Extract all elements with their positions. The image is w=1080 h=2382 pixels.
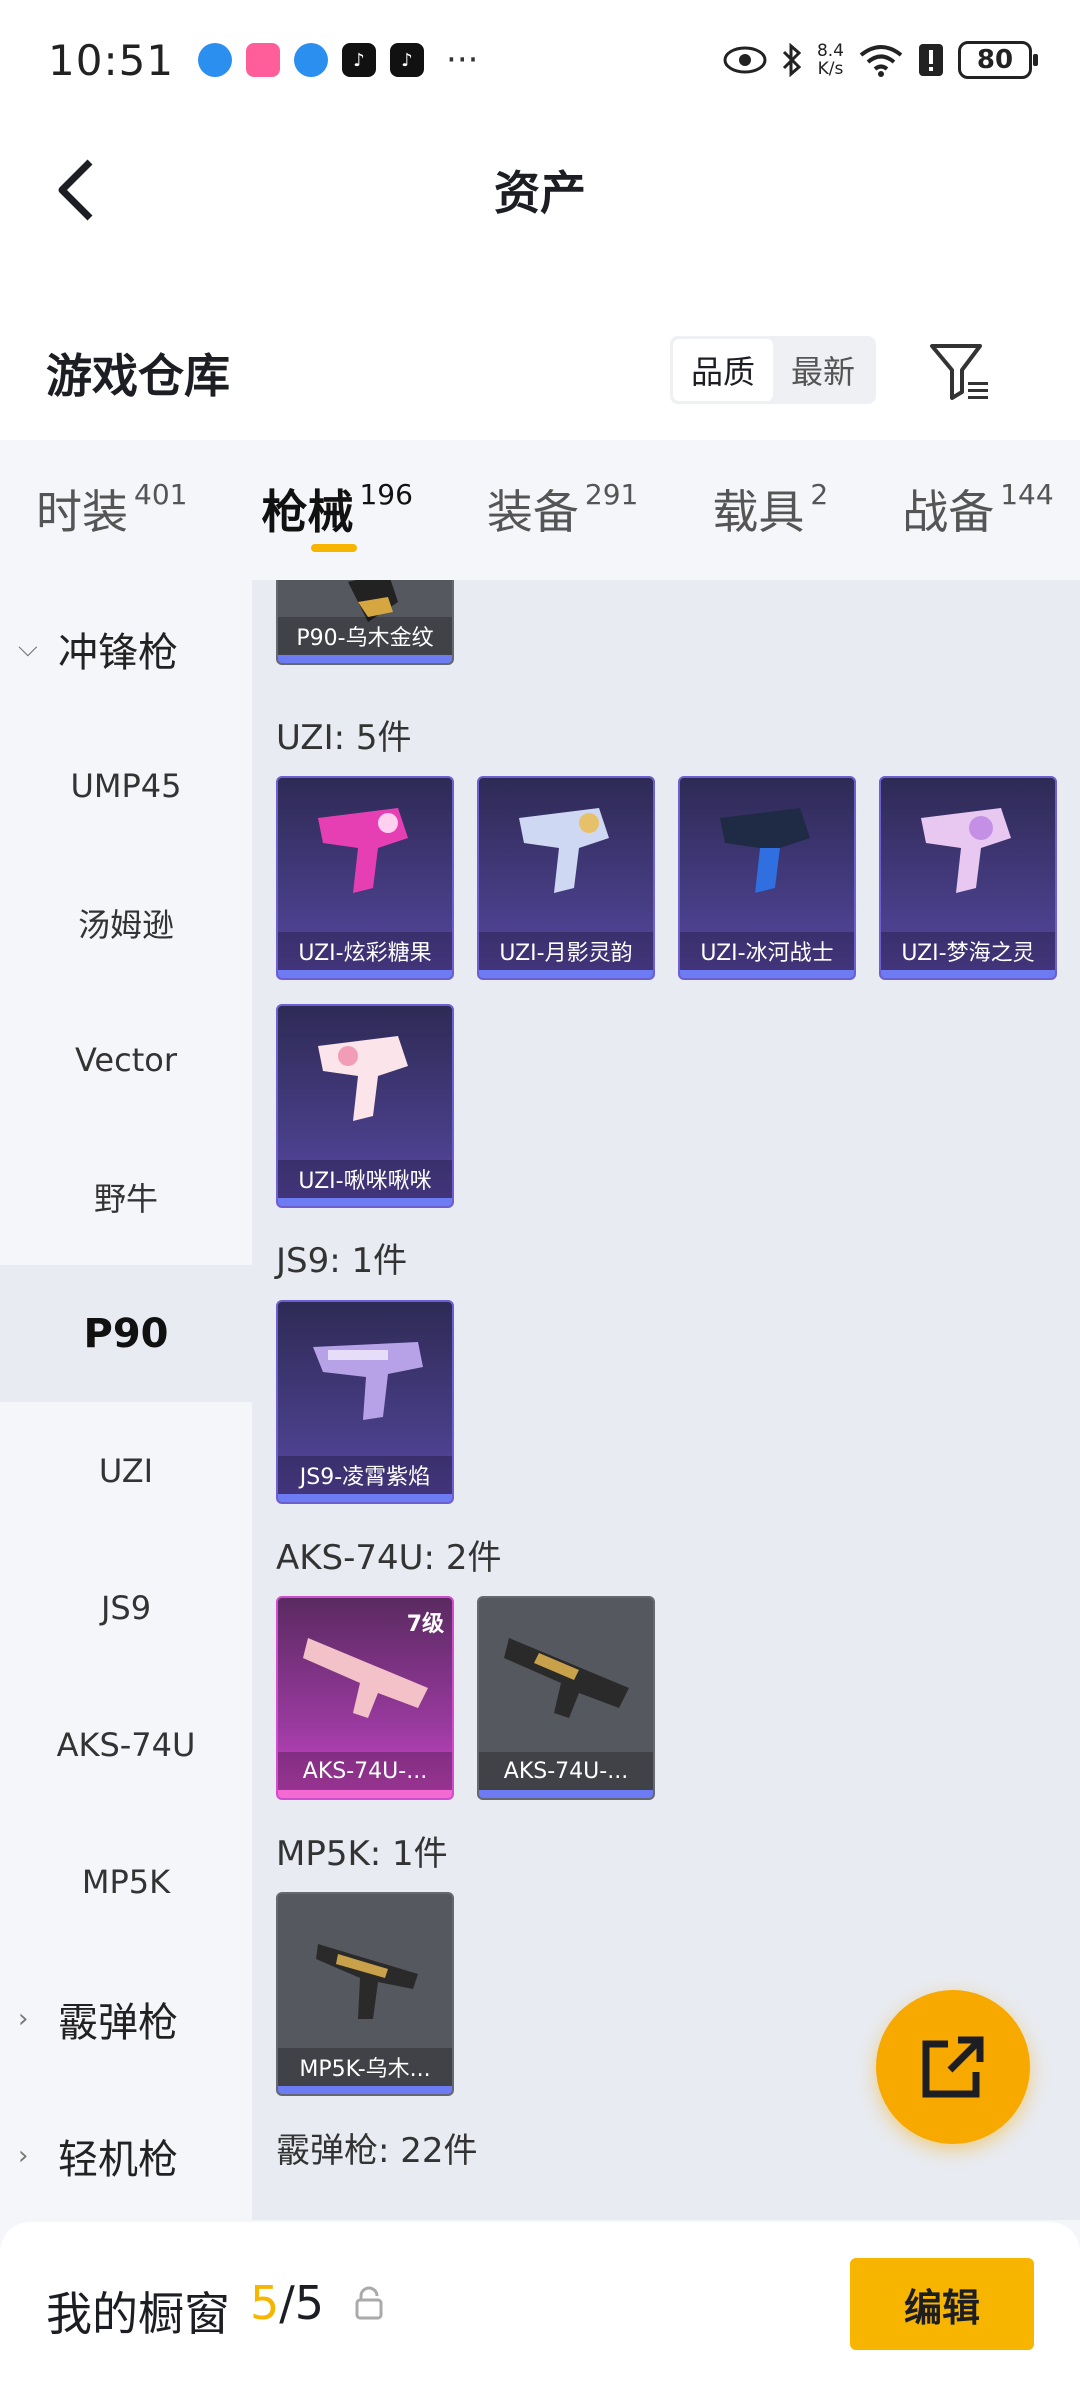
warehouse-header: 游戏仓库 品质 最新 <box>0 260 1080 440</box>
sort-quality-button[interactable]: 品质 <box>673 339 773 401</box>
bilibili-app-icon <box>246 43 281 77</box>
js9-gun-icon <box>313 1342 423 1420</box>
weapon-card[interactable]: UZI-梦海之灵 <box>879 776 1057 980</box>
group-label-shotgun: 霰弹枪: 22件 <box>276 2131 478 2171</box>
browser-app-icon-2 <box>294 43 329 77</box>
group-label-js9: JS9: 1件 <box>276 1241 408 1281</box>
sidebar-item-aks74u[interactable]: AKS-74U <box>0 1676 252 1813</box>
bluetooth-icon <box>782 43 802 77</box>
share-button[interactable] <box>876 1990 1030 2144</box>
lock-icon <box>355 2286 383 2320</box>
browser-app-icon <box>198 43 233 77</box>
uzi-gun-icon <box>519 808 609 893</box>
section-title: 游戏仓库 <box>46 349 230 403</box>
tab-vehicles[interactable]: 载具 2 <box>712 440 828 580</box>
status-bar: 10:51 ♪ ♪ ··· 8.4 K/s 80 <box>0 0 1080 120</box>
tab-firearms[interactable]: 枪械 196 <box>261 440 413 580</box>
aks74u-gun-icon <box>504 1638 629 1718</box>
weapon-card[interactable]: P90-乌木金纹 <box>276 580 454 665</box>
weapon-card[interactable]: 7级 AKS-74U-... <box>276 1596 454 1800</box>
sidebar-item-bizon[interactable]: 野牛 <box>0 1128 252 1265</box>
tab-supplies[interactable]: 战备 144 <box>902 440 1053 580</box>
weapon-sidebar: ⌵ 冲锋枪 UMP45 汤姆逊 Vector 野牛 P90 UZI JS9 AK… <box>0 580 252 2220</box>
sidebar-item-uzi[interactable]: UZI <box>0 1402 252 1539</box>
battery-icon: 80 <box>958 41 1038 79</box>
level-badge: 7级 <box>406 1612 444 1637</box>
group-label-mp5k: MP5K: 1件 <box>276 1834 448 1874</box>
tiktok-app-icon-2: ♪ <box>390 43 425 77</box>
active-tab-indicator <box>311 544 358 552</box>
mp5k-gun-icon <box>316 1944 418 2019</box>
tiktok-app-icon: ♪ <box>342 43 377 77</box>
uzi-gun-icon <box>921 808 1011 893</box>
showcase-count: 5/5 <box>250 2276 325 2330</box>
chevron-down-icon: ⌵ <box>18 633 38 663</box>
sidebar-group-smg[interactable]: ⌵ 冲锋枪 <box>0 580 252 717</box>
more-notifications-icon: ··· <box>446 40 479 80</box>
chevron-right-icon: › <box>18 2003 29 2034</box>
notification-icons: ♪ ♪ ··· <box>198 40 478 80</box>
sidebar-item-mp5k[interactable]: MP5K <box>0 1813 252 1950</box>
edit-button[interactable]: 编辑 <box>850 2258 1034 2350</box>
alert-icon <box>919 44 943 76</box>
sidebar-item-js9[interactable]: JS9 <box>0 1539 252 1676</box>
weapon-grid: P90-乌木金纹 UZI: 5件 UZI-炫彩糖果 UZI-月影灵韵 UZI-冰… <box>252 580 1080 2220</box>
weapon-card[interactable]: UZI-月影灵韵 <box>477 776 655 980</box>
showcase-title: 我的橱窗 <box>46 2287 230 2341</box>
page-title: 资产 <box>494 166 586 220</box>
weapon-card[interactable]: UZI-啾咪啾咪 <box>276 1004 454 1208</box>
sidebar-item-p90[interactable]: P90 <box>0 1265 252 1402</box>
group-label-uzi: UZI: 5件 <box>276 718 412 758</box>
sidebar-group-lmg[interactable]: › 轻机枪 <box>0 2087 252 2224</box>
status-time: 10:51 <box>48 35 175 85</box>
weapon-card[interactable]: AKS-74U-... <box>477 1596 655 1800</box>
uzi-gun-icon <box>318 1036 408 1121</box>
weapon-card[interactable]: MP5K-乌木... <box>276 1892 454 2096</box>
weapon-card[interactable]: UZI-炫彩糖果 <box>276 776 454 980</box>
network-speed: 8.4 K/s <box>816 41 844 79</box>
showcase-bar: 我的橱窗 5/5 编辑 <box>0 2222 1080 2382</box>
sidebar-group-shotgun[interactable]: › 霰弹枪 <box>0 1950 252 2087</box>
tab-equipment[interactable]: 装备 291 <box>487 440 638 580</box>
external-link-icon <box>922 2036 984 2098</box>
weapon-card[interactable]: UZI-冰河战士 <box>678 776 856 980</box>
sidebar-item-ump45[interactable]: UMP45 <box>0 717 252 854</box>
filter-icon[interactable] <box>928 340 992 404</box>
wifi-icon <box>859 45 903 77</box>
sidebar-item-thompson[interactable]: 汤姆逊 <box>0 854 252 991</box>
back-arrow-icon <box>58 159 93 221</box>
group-label-aks74u: AKS-74U: 2件 <box>276 1538 502 1578</box>
sidebar-item-vector[interactable]: Vector <box>0 991 252 1128</box>
eye-icon <box>723 46 767 74</box>
uzi-gun-icon <box>318 808 408 893</box>
system-icons: 8.4 K/s 80 <box>723 41 1038 79</box>
uzi-gun-icon <box>720 808 810 893</box>
weapon-card[interactable]: JS9-凌霄紫焰 <box>276 1300 454 1504</box>
back-button[interactable] <box>36 150 116 230</box>
nav-bar: 资产 <box>0 120 1080 260</box>
category-tabs: 时装 401 枪械 196 装备 291 载具 2 战备 144 <box>0 440 1080 580</box>
sort-newest-button[interactable]: 最新 <box>773 339 873 401</box>
tab-fashion[interactable]: 时装 401 <box>36 440 187 580</box>
chevron-right-icon: › <box>18 2140 29 2171</box>
sort-toggle: 品质 最新 <box>670 336 876 404</box>
